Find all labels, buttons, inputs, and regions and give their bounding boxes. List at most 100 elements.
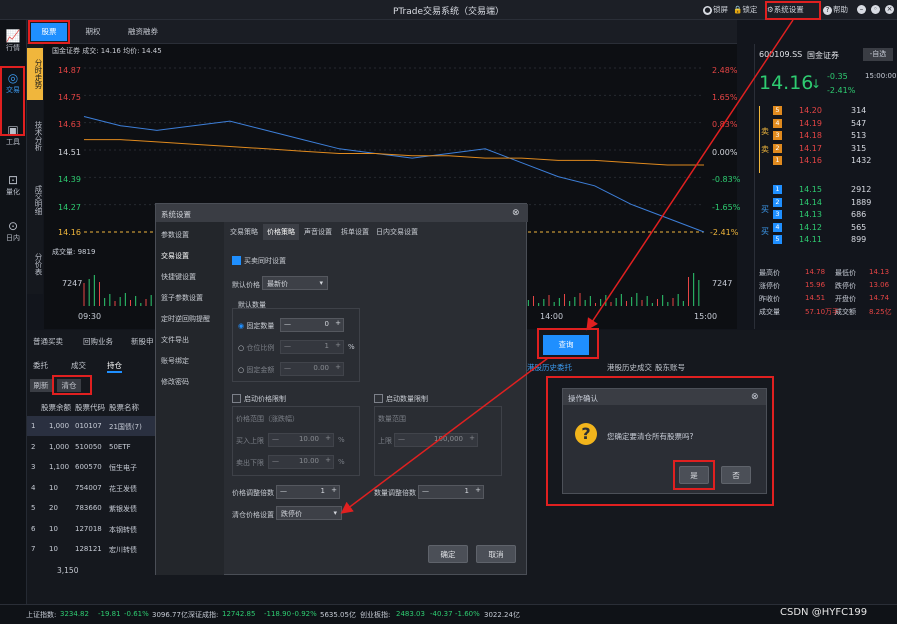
chevron-down-icon: ▾ — [333, 509, 337, 517]
buy-cap-stepper[interactable]: —10.00 + — [268, 433, 334, 447]
cancel-button[interactable]: 取消 — [476, 545, 516, 563]
qty-mult-stepper[interactable]: —1 + — [418, 485, 484, 499]
tab-hk-hist-deals[interactable]: 港股历史成交 — [607, 362, 652, 373]
price-mult-stepper[interactable]: —1 + — [276, 485, 340, 499]
fixed-qty-stepper[interactable]: —0 + — [280, 318, 344, 332]
ask-price[interactable]: 14.18 — [799, 131, 822, 140]
stat-label: 跌停价 — [835, 282, 856, 290]
cy-pct: -1.60% — [455, 610, 480, 618]
price-mult-label: 价格调整倍数 — [232, 489, 274, 497]
restore-button[interactable]: ◦ — [871, 4, 881, 14]
nav-intraday[interactable]: ⊙ 日内 — [1, 216, 25, 250]
amount-stepper[interactable]: —0.00 + — [280, 362, 344, 376]
menu-repo[interactable]: 定时逆回购提醒 — [156, 309, 224, 329]
bid-price[interactable]: 14.12 — [799, 223, 822, 232]
tab-trade-strategy[interactable]: 交易策略 — [226, 224, 262, 240]
bid-price[interactable]: 14.13 — [799, 210, 822, 219]
default-price-select[interactable]: 最新价 ▾ — [262, 276, 328, 290]
settings-dialog: 系统设置 ⊗ 参数设置 交易设置 快捷键设置 篮子参数设置 定时逆回购提醒 文件… — [155, 203, 528, 575]
tab-sound[interactable]: 声音设置 — [300, 224, 336, 240]
fixed-qty-radio[interactable]: ◉ 固定数量 — [238, 321, 274, 331]
tab-margin[interactable]: 融资融券 — [119, 23, 167, 41]
qty-range-label: 数量范围 — [378, 415, 406, 423]
tab-hk-hist-orders[interactable]: 港股历史委托 — [527, 362, 572, 373]
dialog-close-icon[interactable]: ⊗ — [512, 208, 520, 218]
ok-button[interactable]: 确定 — [428, 545, 468, 563]
vol-tick-right: 7247 — [712, 279, 733, 288]
tab-split[interactable]: 拆单设置 — [337, 224, 373, 240]
ratio-stepper[interactable]: —1 + — [280, 340, 344, 354]
tab-deals[interactable]: 成交明细 — [27, 174, 43, 226]
menu-password[interactable]: 修改密码 — [156, 372, 224, 392]
stat-value: 15.96 — [805, 281, 826, 289]
ask-price[interactable]: 14.19 — [799, 119, 822, 128]
table-cell: 2 — [31, 442, 36, 451]
sell-floor-stepper[interactable]: —10.00 + — [268, 455, 334, 469]
ask-price[interactable]: 14.16 — [799, 156, 822, 165]
stat-label: 成交额 — [835, 308, 856, 316]
tab-positions[interactable]: 持仓 — [107, 360, 122, 373]
tab-shareholder[interactable]: 股东账号 — [655, 362, 685, 373]
clear-price-select[interactable]: 跌停价 ▾ — [276, 506, 342, 520]
sz-value: 12742.85 — [222, 610, 256, 618]
ask-volume: 314 — [851, 106, 867, 115]
table-cell: 3 — [31, 463, 36, 471]
bid-price[interactable]: 14.14 — [799, 198, 822, 207]
price-limit-checkbox[interactable] — [232, 394, 241, 403]
buysell-label: 买卖同时设置 — [244, 257, 286, 265]
bid-level: 4 — [773, 222, 782, 232]
cy-change: -40.37 — [430, 610, 453, 618]
menu-export[interactable]: 文件导出 — [156, 330, 224, 350]
tab-deals[interactable]: 成交 — [71, 360, 86, 371]
qty-cap-label: 上限 — [378, 437, 392, 445]
quote-panel: 600109.SS 国金证券 -自选 14.16 ↓ -0.35 -2.41% … — [754, 44, 897, 329]
sz-pct: -0.92% — [292, 610, 317, 618]
bid-price[interactable]: 14.11 — [799, 235, 822, 244]
close-button[interactable]: × — [885, 4, 895, 14]
tab-repo[interactable]: 回购业务 — [83, 336, 113, 347]
ratio-radio[interactable]: ○ 仓位比例 — [238, 343, 274, 353]
lock-screen-button[interactable]: ● 锁屏 — [703, 4, 728, 15]
stat-value: 14.13 — [869, 268, 890, 276]
pct-tick: -2.41% — [710, 228, 739, 237]
table-cell: 1,000 — [49, 422, 70, 430]
tab-price-strategy[interactable]: 价格策略 — [263, 224, 299, 240]
refresh-button[interactable]: 刷新 — [30, 379, 52, 392]
tab-intraday[interactable]: 分时走势 — [27, 48, 43, 100]
menu-param[interactable]: 参数设置 — [156, 225, 224, 245]
menu-account[interactable]: 账号绑定 — [156, 351, 224, 371]
buysell-checkbox[interactable] — [232, 256, 241, 265]
bid-volume: 2912 — [851, 185, 872, 194]
tab-technical[interactable]: 技术分析 — [27, 110, 43, 162]
menu-basket[interactable]: 篮子参数设置 — [156, 288, 224, 308]
sz-amount: 5635.05亿 — [320, 611, 356, 619]
ask-price[interactable]: 14.17 — [799, 144, 822, 153]
table-cell: 783660 — [75, 504, 102, 512]
menu-hotkey[interactable]: 快捷键设置 — [156, 267, 224, 287]
tab-price-table[interactable]: 分价表 — [27, 244, 43, 284]
nav-quant[interactable]: ⊡ 量化 — [1, 170, 25, 204]
qty-limit-checkbox[interactable] — [374, 394, 383, 403]
bid-price[interactable]: 14.15 — [799, 185, 822, 194]
lock-button[interactable]: 🔒锁定 — [733, 4, 757, 15]
ytick: 14.16 — [58, 228, 81, 237]
tab-normal-trade[interactable]: 普通买卖 — [33, 336, 63, 347]
nav-quotes[interactable]: 📈 行情 — [1, 26, 25, 60]
sz-change: -118.90 — [264, 610, 292, 618]
stock-code: 600109.SS — [759, 50, 803, 59]
tab-intraday[interactable]: 日内交易设置 — [374, 224, 420, 240]
menu-trade[interactable]: 交易设置 — [156, 246, 224, 266]
ask-price[interactable]: 14.20 — [799, 106, 822, 115]
amount-radio[interactable]: ○ 固定金额 — [238, 365, 274, 375]
help-button[interactable]: ? 帮助 — [823, 4, 848, 15]
sh-pct: -0.61% — [124, 610, 149, 618]
watchlist-button[interactable]: -自选 — [863, 48, 893, 61]
tab-options[interactable]: 期权 — [75, 23, 111, 41]
tab-ipo[interactable]: 新股申 — [131, 336, 154, 347]
tab-orders[interactable]: 委托 — [33, 360, 48, 371]
quote-time: 15:00:00 — [865, 72, 897, 80]
minimize-button[interactable]: – — [857, 4, 867, 14]
pct-tick: 2.48% — [712, 66, 738, 75]
table-cell: 10 — [49, 524, 58, 533]
qty-cap-stepper[interactable]: —100,000 + — [394, 433, 478, 447]
